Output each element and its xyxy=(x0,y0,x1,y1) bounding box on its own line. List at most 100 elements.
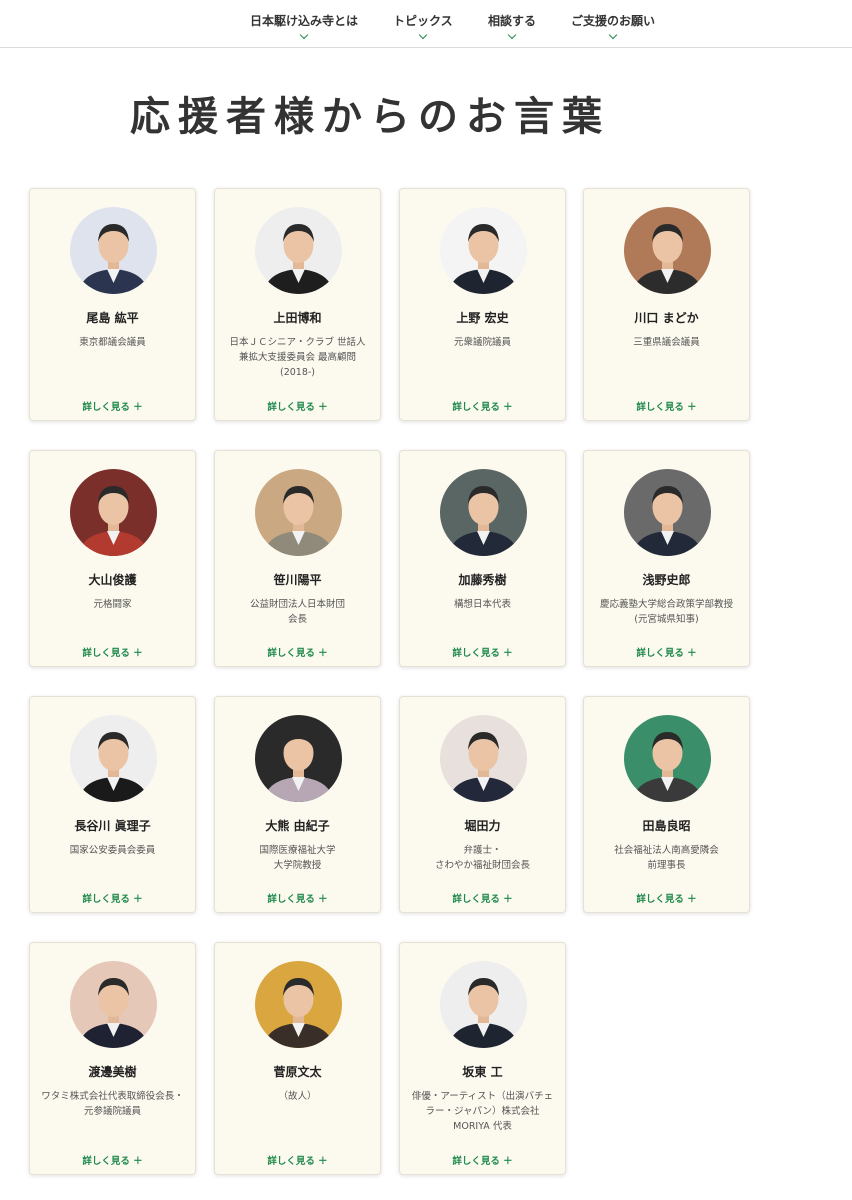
supporter-card[interactable]: 上田博和日本ＪＣシニア・クラブ 世話人兼拡大支援委員会 最高顧問(2018-) 詳… xyxy=(214,188,381,421)
avatar xyxy=(70,207,157,294)
supporter-role: 国際医療福祉大学 大学院教授 xyxy=(259,845,336,871)
supporter-name: 上田博和 xyxy=(273,311,322,325)
chevron-down-icon xyxy=(418,30,428,40)
supporter-role: 元衆議院議員 xyxy=(453,337,511,348)
supporter-name: 菅原文太 xyxy=(273,1065,322,1079)
supporter-card[interactable]: 加藤秀樹構想日本代表詳しく見る ＋ xyxy=(399,450,566,667)
avatar xyxy=(440,469,527,556)
supporter-card[interactable]: 浅野史郎慶応義塾大学総合政策学部教授(元宮城県知事) 詳しく見る ＋ xyxy=(583,450,750,667)
portrait-image xyxy=(624,469,711,556)
supporter-role: 公益財団法人日本財団 会長 xyxy=(249,599,345,625)
avatar xyxy=(624,207,711,294)
supporter-role: （故人） xyxy=(278,1091,317,1102)
nav-item-label: 相談する xyxy=(488,14,537,28)
supporter-card[interactable]: 笹川陽平公益財団法人日本財団 会長詳しく見る ＋ xyxy=(214,450,381,667)
portrait-image xyxy=(70,469,157,556)
nav-item-about[interactable]: 日本駆け込み寺とは xyxy=(250,12,359,40)
portrait-image xyxy=(70,715,157,802)
top-nav: 日本駆け込み寺とは トピックス 相談する ご支援のお願い xyxy=(0,0,852,48)
read-more-link[interactable]: 詳しく見る ＋ xyxy=(30,645,195,659)
supporter-card[interactable]: 大山俊護元格闘家詳しく見る ＋ xyxy=(29,450,196,667)
supporter-role: 元格闘家 xyxy=(93,599,132,610)
supporter-card[interactable]: 川口 まどか 三重県議会議員詳しく見る ＋ xyxy=(583,188,750,421)
supporter-role: 東京都議会議員 xyxy=(79,337,146,348)
supporter-name: 渡邊美樹 xyxy=(88,1065,137,1079)
supporter-name: 坂東 工 xyxy=(462,1065,503,1079)
read-more-link[interactable]: 詳しく見る ＋ xyxy=(400,399,565,413)
avatar xyxy=(70,961,157,1048)
avatar xyxy=(255,715,342,802)
portrait-image xyxy=(440,207,527,294)
supporter-card[interactable]: 長谷川 眞理子 国家公安委員会委員詳しく見る ＋ xyxy=(29,696,196,913)
avatar xyxy=(440,207,527,294)
read-more-link[interactable]: 詳しく見る ＋ xyxy=(400,1153,565,1167)
avatar xyxy=(70,469,157,556)
supporter-role: 国家公安委員会委員 xyxy=(69,845,156,856)
nav-item-support[interactable]: ご支援のお願い xyxy=(571,12,656,40)
supporter-card[interactable]: 尾島 紘平東京都議会議員詳しく見る ＋ xyxy=(29,188,196,421)
chevron-down-icon xyxy=(608,30,618,40)
chevron-down-icon xyxy=(507,30,517,40)
read-more-link[interactable]: 詳しく見る ＋ xyxy=(400,645,565,659)
supporter-name: 上野 宏史 xyxy=(456,311,509,325)
read-more-link[interactable]: 詳しく見る ＋ xyxy=(215,1153,380,1167)
supporter-role: 慶応義塾大学総合政策学部教授(元宮城県知事) xyxy=(599,599,733,625)
supporter-role: 三重県議会議員 xyxy=(633,337,700,348)
nav-item-consult[interactable]: 相談する xyxy=(488,12,537,40)
portrait-image xyxy=(70,961,157,1048)
portrait-image xyxy=(255,207,342,294)
portrait-image xyxy=(255,715,342,802)
chevron-down-icon xyxy=(299,30,309,40)
supporter-card[interactable]: 大熊 由紀子国際医療福祉大学 大学院教授詳しく見る ＋ xyxy=(214,696,381,913)
supporter-name: 加藤秀樹 xyxy=(458,573,507,587)
read-more-link[interactable]: 詳しく見る ＋ xyxy=(215,645,380,659)
nav-item-label: 日本駆け込み寺とは xyxy=(250,14,359,28)
nav-item-label: ご支援のお願い xyxy=(571,14,656,28)
avatar xyxy=(440,961,527,1048)
portrait-image xyxy=(255,469,342,556)
supporter-name: 浅野史郎 xyxy=(642,573,691,587)
read-more-link[interactable]: 詳しく見る ＋ xyxy=(30,399,195,413)
supporter-name: 川口 まどか xyxy=(634,311,699,325)
supporter-card[interactable]: 堀田力弁護士・ さわやか福祉財団会長詳しく見る ＋ xyxy=(399,696,566,913)
supporter-role: 弁護士・ さわやか福祉財団会長 xyxy=(434,845,530,871)
portrait-image xyxy=(440,961,527,1048)
avatar xyxy=(624,469,711,556)
nav-item-topics[interactable]: トピックス xyxy=(393,12,453,40)
portrait-image xyxy=(255,961,342,1048)
supporter-role: ワタミ株式会社代表取締役会長・元参議院議員 xyxy=(41,1091,184,1117)
supporter-card[interactable]: 坂東 工俳優・アーティスト（出演バチェラー・ジャパン）株式会社MORIYA 代表… xyxy=(399,942,566,1175)
read-more-link[interactable]: 詳しく見る ＋ xyxy=(400,891,565,905)
read-more-link[interactable]: 詳しく見る ＋ xyxy=(584,891,749,905)
portrait-image xyxy=(624,715,711,802)
supporter-role: 社会福祉法人南高愛隣会 前理事長 xyxy=(614,845,719,871)
supporter-name: 田島良昭 xyxy=(642,819,691,833)
supporter-role: 日本ＪＣシニア・クラブ 世話人兼拡大支援委員会 最高顧問(2018-) xyxy=(229,337,366,378)
page-title: 応援者様からのお言葉 xyxy=(130,94,610,140)
read-more-link[interactable]: 詳しく見る ＋ xyxy=(215,891,380,905)
portrait-image xyxy=(440,715,527,802)
supporter-card[interactable]: 渡邊美樹ワタミ株式会社代表取締役会長・元参議院議員詳しく見る ＋ xyxy=(29,942,196,1175)
supporter-name: 長谷川 眞理子 xyxy=(74,819,151,833)
supporter-name: 尾島 紘平 xyxy=(86,311,139,325)
supporter-name: 堀田力 xyxy=(464,819,501,833)
portrait-image xyxy=(440,469,527,556)
supporter-card[interactable]: 田島良昭社会福祉法人南高愛隣会 前理事長詳しく見る ＋ xyxy=(583,696,750,913)
portrait-image xyxy=(624,207,711,294)
avatar xyxy=(624,715,711,802)
supporter-name: 大山俊護 xyxy=(88,573,137,587)
read-more-link[interactable]: 詳しく見る ＋ xyxy=(30,891,195,905)
supporter-card[interactable]: 上野 宏史元衆議院議員詳しく見る ＋ xyxy=(399,188,566,421)
supporter-card[interactable]: 菅原文太 （故人） 詳しく見る ＋ xyxy=(214,942,381,1175)
read-more-link[interactable]: 詳しく見る ＋ xyxy=(215,399,380,413)
read-more-link[interactable]: 詳しく見る ＋ xyxy=(584,399,749,413)
avatar xyxy=(255,207,342,294)
supporter-role: 構想日本代表 xyxy=(453,599,511,610)
supporter-name: 大熊 由紀子 xyxy=(265,819,330,833)
portrait-image xyxy=(70,207,157,294)
avatar xyxy=(440,715,527,802)
read-more-link[interactable]: 詳しく見る ＋ xyxy=(30,1153,195,1167)
read-more-link[interactable]: 詳しく見る ＋ xyxy=(584,645,749,659)
avatar xyxy=(255,961,342,1048)
supporter-name: 笹川陽平 xyxy=(273,573,322,587)
